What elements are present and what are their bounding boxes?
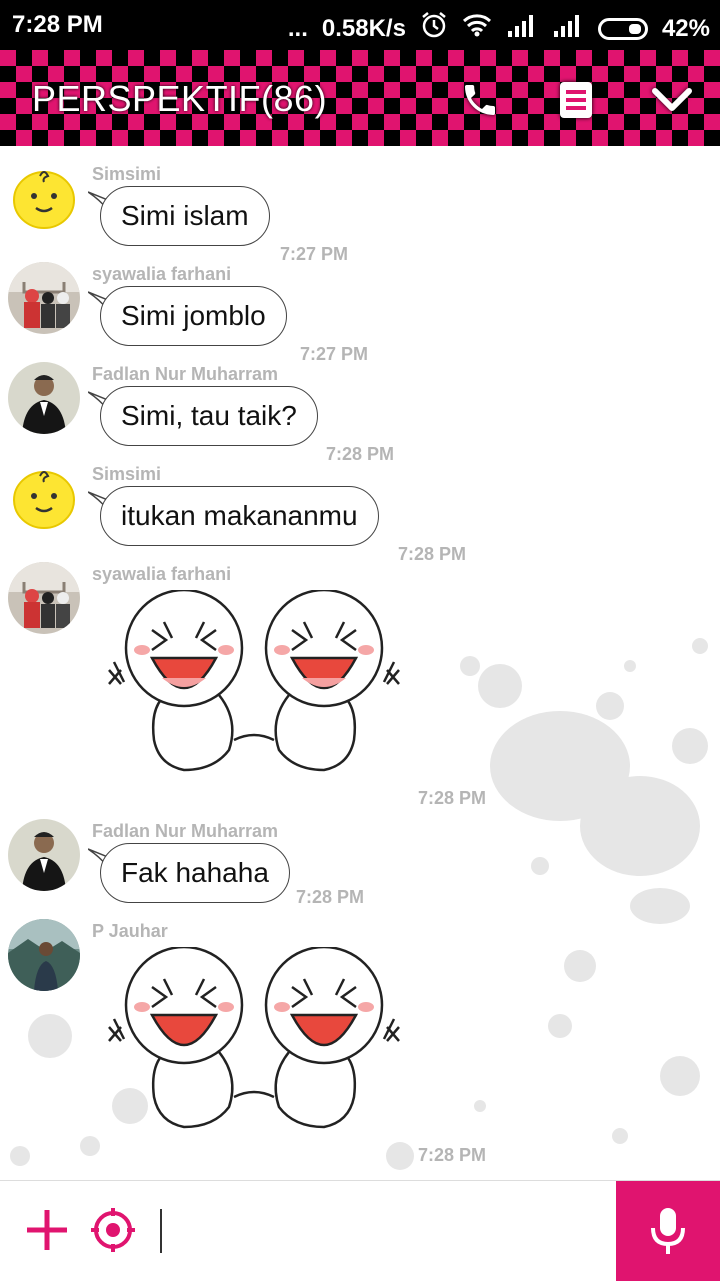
sender-name: Simsimi [92,464,162,484]
person-photo-avatar [8,819,80,891]
alarm-icon [420,11,448,46]
message-time: 7:28 PM [296,887,365,907]
avatar[interactable] [8,362,80,434]
laughing-sticker[interactable] [104,945,404,1147]
attach-button[interactable] [24,1207,70,1253]
battery-percent: 42% [661,14,710,42]
status-bar: 7:28 PM ... 0.58K/s 42% [0,0,720,50]
avatar[interactable] [8,919,80,991]
microphone-icon [651,1208,685,1254]
message-bubble[interactable]: Fak hahaha [100,843,290,903]
status-right: ... 0.58K/s 42% [288,11,710,46]
chevron-down-icon [652,88,692,111]
sender-name: Fadlan Nur Muharram [92,821,279,841]
chat-header: PERSPEKTIF(86) [0,50,720,146]
laughing-sticker[interactable] [104,588,404,790]
chat-title[interactable]: PERSPEKTIF(86) [32,78,327,120]
message-bubble[interactable]: itukan makananmu [100,486,379,546]
signal-icon [506,13,538,44]
menu-dropdown-button[interactable] [650,78,694,122]
location-button[interactable] [90,1207,136,1253]
sender-name: syawalia farhani [92,564,232,584]
group-photo-avatar [8,262,80,334]
voice-message-button[interactable] [616,1181,720,1281]
sender-name: Simsimi [92,164,162,184]
target-icon [91,1208,135,1252]
message-time: 7:27 PM [300,344,369,364]
message-bubble[interactable]: Simi jomblo [100,286,287,346]
chat-messages[interactable]: Simsimi Simi islam 7:27 PM syawalia farh… [0,146,720,1180]
battery-icon [597,17,648,40]
avatar[interactable] [8,562,80,634]
message-time: 7:27 PM [280,244,349,264]
avatar[interactable] [8,462,80,534]
message-input-field[interactable] [160,1209,162,1253]
sender-name: Fadlan Nur Muharram [92,364,279,384]
avatar[interactable] [8,819,80,891]
laughing-sticker-icon [108,945,400,1129]
message-bubble[interactable]: Simi islam [100,186,270,246]
message-time: 7:28 PM [418,788,487,808]
message-time: 7:28 PM [326,444,395,464]
status-time: 7:28 PM [12,11,103,38]
outdoor-photo-avatar [8,919,80,991]
status-dots: ... [287,14,308,42]
notes-icon [560,82,592,118]
avatar[interactable] [8,162,80,234]
message-bubble[interactable]: Simi, tau taik? [100,386,318,446]
sender-name: syawalia farhani [92,264,232,284]
plus-icon [27,1210,67,1250]
laughing-sticker-icon [108,588,400,772]
message-time: 7:28 PM [418,1145,487,1165]
message-time: 7:28 PM [398,544,467,564]
simsimi-avatar-icon [13,171,75,229]
call-button[interactable] [458,78,502,122]
wifi-icon [462,13,492,44]
network-speed: 0.58K/s [321,14,406,42]
message-input-bar [0,1180,720,1281]
group-photo-avatar [8,562,80,634]
sender-name: P Jauhar [92,921,168,941]
signal-icon [552,13,584,44]
person-photo-avatar [8,362,80,434]
notes-button[interactable] [554,78,598,122]
avatar[interactable] [8,262,80,334]
simsimi-avatar-icon [13,471,75,529]
phone-icon [465,85,495,115]
